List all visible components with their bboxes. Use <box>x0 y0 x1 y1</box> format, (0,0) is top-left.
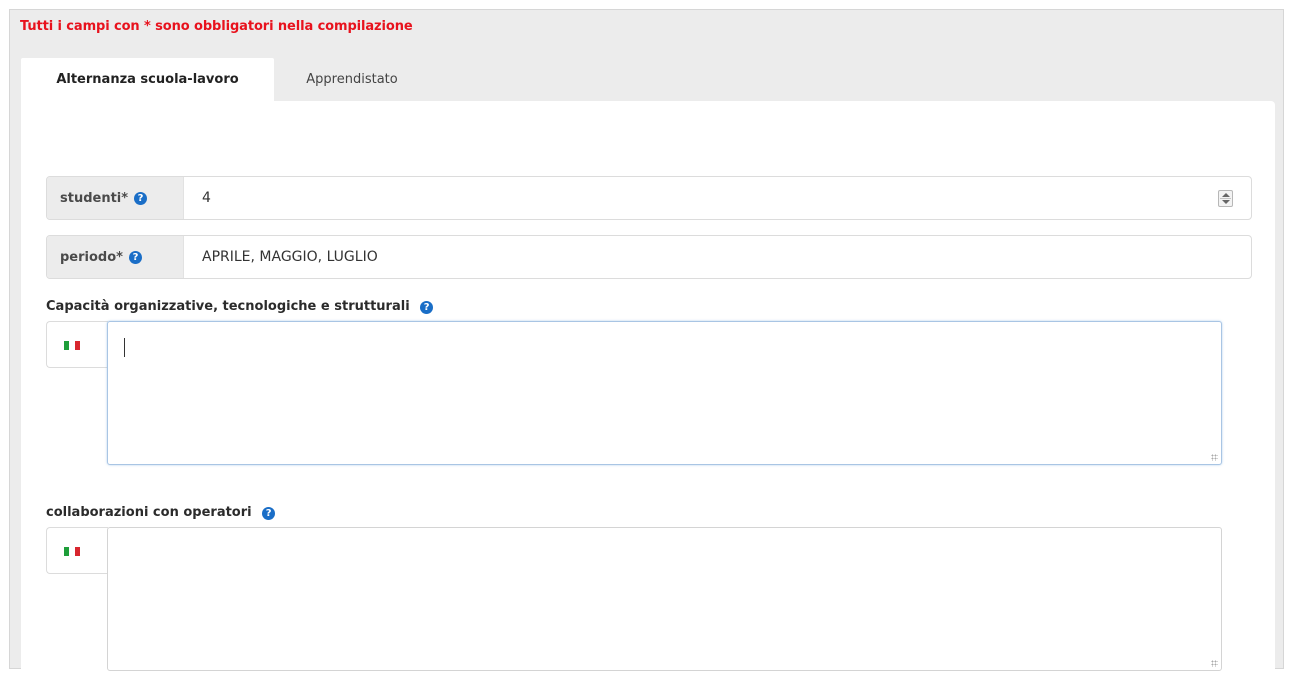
question-circle-icon[interactable]: ? <box>420 301 434 314</box>
text-caret <box>124 338 125 357</box>
resize-grip-icon[interactable] <box>1211 660 1218 667</box>
periodo-input[interactable]: APRILE, MAGGIO, LUGLIO <box>184 236 1251 278</box>
italian-flag-icon <box>64 547 80 556</box>
studenti-label: studenti* <box>60 190 129 206</box>
collaborazioni-textarea[interactable] <box>107 527 1222 671</box>
studenti-input-group: studenti* ? 4 <box>46 176 1252 220</box>
italian-flag-icon <box>64 341 80 350</box>
spinner-up-icon[interactable] <box>1222 193 1230 197</box>
collaborazioni-field-label: collaborazioni con operatori ? <box>46 505 276 520</box>
question-circle-icon[interactable]: ? <box>128 250 142 264</box>
tab-panel: studenti* ? 4 periodo* ? APRILE, MAGGIO,… <box>21 101 1275 681</box>
spinner-divider <box>1220 198 1231 199</box>
question-circle-icon[interactable]: ? <box>134 191 148 205</box>
periodo-input-group: periodo* ? APRILE, MAGGIO, LUGLIO <box>46 235 1252 279</box>
collaborazioni-label-text: collaborazioni con operatori <box>46 505 252 520</box>
capacita-label-text: Capacità organizzative, tecnologiche e s… <box>46 299 410 314</box>
question-circle-icon[interactable]: ? <box>262 507 276 520</box>
spinner-down-icon[interactable] <box>1222 200 1230 204</box>
tab-alternanza[interactable]: Alternanza scuola-lavoro <box>21 58 274 102</box>
periodo-label: periodo* <box>60 249 123 265</box>
resize-grip-icon[interactable] <box>1211 454 1218 461</box>
language-flag-box <box>46 527 108 574</box>
capacita-textarea[interactable] <box>107 321 1222 465</box>
periodo-addon: periodo* ? <box>47 236 184 278</box>
form-container: Tutti i campi con * sono obbligatori nel… <box>9 9 1284 681</box>
studenti-addon: studenti* ? <box>47 177 184 219</box>
tab-apprendistato[interactable]: Apprendistato <box>277 58 427 102</box>
language-flag-box <box>46 321 108 368</box>
studenti-number-input[interactable]: 4 <box>184 177 1251 219</box>
number-spinner[interactable] <box>1218 190 1233 207</box>
capacita-field-label: Capacità organizzative, tecnologiche e s… <box>46 299 434 314</box>
required-fields-notice: Tutti i campi con * sono obbligatori nel… <box>20 19 413 34</box>
